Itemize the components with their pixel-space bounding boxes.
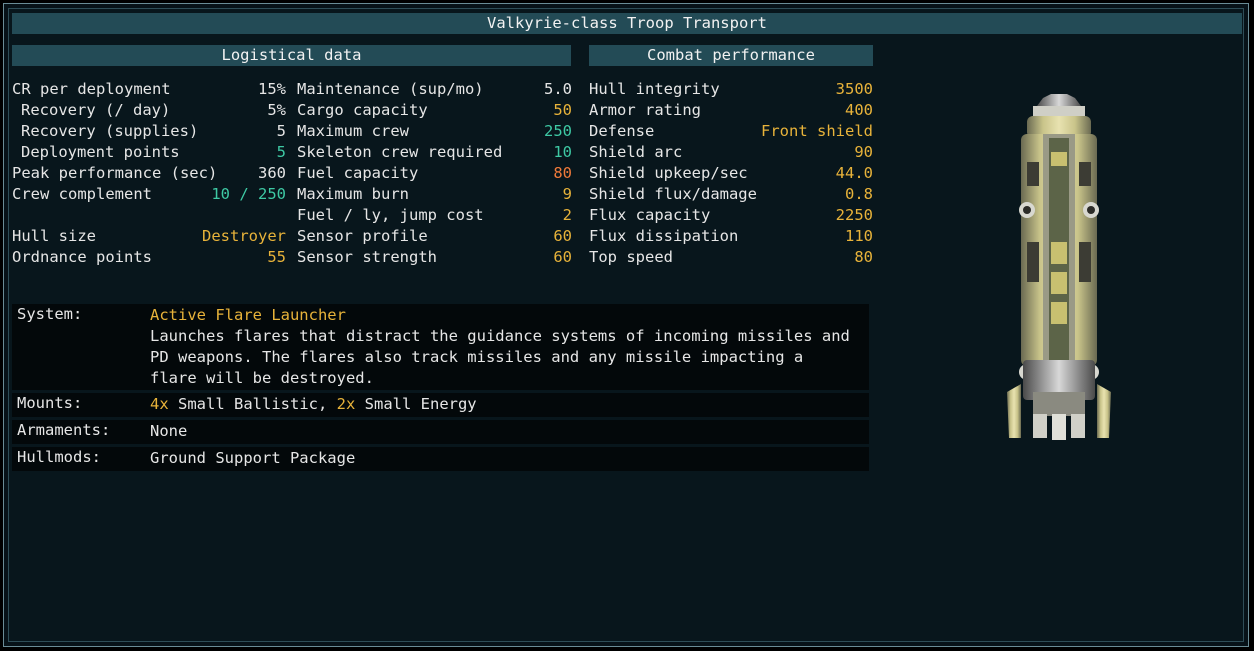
combat-stat-row: Shield flux/damage 0.8 bbox=[589, 184, 873, 205]
logistics-stat-label: Sensor strength bbox=[297, 248, 437, 266]
logistics-stat-row: Cargo capacity 50 bbox=[297, 100, 572, 121]
logistics-stat-label: Ordnance points bbox=[12, 248, 152, 266]
logistics-stat-row: Fuel capacity 80 bbox=[297, 163, 572, 184]
logistics-stat-value: 10 / 250 bbox=[211, 185, 286, 203]
combat-stat-label: Flux dissipation bbox=[589, 227, 739, 245]
logistics-stat-label: Peak performance (sec) bbox=[12, 164, 218, 182]
logistics-stat-value: Destroyer bbox=[202, 227, 286, 245]
logistics-stat-row: Sensor profile 60 bbox=[297, 226, 572, 247]
combat-stat-value: Front shield bbox=[761, 122, 873, 140]
logistics-stat-label: Skeleton crew required bbox=[297, 143, 503, 161]
logistics-stat-row: Maximum burn 9 bbox=[297, 184, 572, 205]
energy-mounts: Small Energy bbox=[355, 395, 477, 413]
logistics-stat-row: Recovery (supplies) 5 bbox=[12, 121, 286, 142]
combat-stat-label: Armor rating bbox=[589, 101, 701, 119]
combat-stat-value: 110 bbox=[845, 227, 873, 245]
combat-stat-label: Hull integrity bbox=[589, 80, 720, 98]
logistics-stat-row: Peak performance (sec) 360 bbox=[12, 163, 286, 184]
logistics-stat-label: Maximum burn bbox=[297, 185, 409, 203]
logistics-stat-label: Hull size bbox=[12, 227, 96, 245]
combat-stat-row: Top speed 80 bbox=[589, 247, 873, 268]
combat-stat-label: Defense bbox=[589, 122, 655, 140]
logistics-stat-label: CR per deployment bbox=[12, 80, 171, 98]
combat-stat-row: Flux dissipation 110 bbox=[589, 226, 873, 247]
logistics-stat-label: Crew complement bbox=[12, 185, 152, 203]
armaments-value: None bbox=[150, 422, 188, 440]
system-name: Active Flare Launcher bbox=[150, 306, 346, 324]
logistics-stat-label: Maximum crew bbox=[297, 122, 409, 140]
logistics-stat-value: 55 bbox=[267, 248, 286, 266]
logistics-stat-value: 5 bbox=[276, 122, 286, 140]
logistics-stat-row: Fuel / ly, jump cost 2 bbox=[297, 205, 572, 226]
combat-stat-label: Top speed bbox=[589, 248, 673, 266]
logistics-stat-label: Recovery (supplies) bbox=[21, 122, 199, 140]
logistics-stat-value: 360 bbox=[258, 164, 286, 182]
combat-stat-row: Flux capacity 2250 bbox=[589, 205, 873, 226]
logistics-stat-value: 10 bbox=[553, 143, 572, 161]
combat-stat-value: 2250 bbox=[835, 206, 873, 224]
armaments-label: Armaments: bbox=[17, 421, 111, 439]
logistics-stat-row: Deployment points 5 bbox=[12, 142, 286, 163]
logistics-stat-value: 250 bbox=[544, 122, 572, 140]
mounts-label: Mounts: bbox=[17, 394, 83, 412]
mounts-row: Mounts: 4x Small Ballistic, 2x Small Ene… bbox=[12, 393, 869, 417]
logistics-stat-row: Maximum crew 250 bbox=[297, 121, 572, 142]
logistics-stat-label: Maintenance (sup/mo) bbox=[297, 80, 484, 98]
combat-stat-value: 44.0 bbox=[835, 164, 873, 182]
armaments-row: Armaments: None bbox=[12, 420, 869, 444]
logistics-stat-label: Deployment points bbox=[21, 143, 180, 161]
combat-stat-value: 3500 bbox=[835, 80, 873, 98]
combat-stat-label: Shield flux/damage bbox=[589, 185, 757, 203]
hullmods-value: Ground Support Package bbox=[150, 449, 356, 467]
logistics-stat-value: 5.0 bbox=[544, 80, 572, 98]
hullmods-label: Hullmods: bbox=[17, 448, 101, 466]
hullmods-row: Hullmods: Ground Support Package bbox=[12, 447, 869, 471]
logistics-stat-label: Cargo capacity bbox=[297, 101, 428, 119]
logistics-stat-value: 5% bbox=[267, 101, 286, 119]
combat-stat-row: Defense Front shield bbox=[589, 121, 873, 142]
system-row: System: Active Flare Launcher Launches f… bbox=[12, 304, 869, 390]
logistics-stat-row: Maintenance (sup/mo) 5.0 bbox=[297, 79, 572, 100]
combat-stat-value: 400 bbox=[845, 101, 873, 119]
logistics-stat-row: Crew complement 10 / 250 bbox=[12, 184, 286, 205]
logistics-stat-row bbox=[12, 205, 286, 226]
combat-stat-row: Armor rating 400 bbox=[589, 100, 873, 121]
logistics-stat-row: Hull size Destroyer bbox=[12, 226, 286, 247]
system-label: System: bbox=[17, 305, 83, 323]
logistics-stat-value: 15% bbox=[258, 80, 286, 98]
combat-stat-value: 0.8 bbox=[845, 185, 873, 203]
logistics-stat-label: Fuel capacity bbox=[297, 164, 419, 182]
logistics-stat-value: 5 bbox=[276, 143, 286, 161]
logistics-stat-label: Fuel / ly, jump cost bbox=[297, 206, 484, 224]
logistics-stat-value: 2 bbox=[562, 206, 572, 224]
ballistic-count: 4x bbox=[150, 395, 169, 413]
logistics-stat-value: 80 bbox=[553, 164, 572, 182]
energy-count: 2x bbox=[336, 395, 356, 413]
combat-stat-value: 80 bbox=[854, 248, 873, 266]
ballistic-mounts: Small Ballistic, bbox=[168, 395, 337, 413]
logistical-data-header: Logistical data bbox=[12, 45, 571, 66]
combat-stat-row: Hull integrity 3500 bbox=[589, 79, 873, 100]
logistics-stat-row: CR per deployment 15% bbox=[12, 79, 286, 100]
combat-performance-header: Combat performance bbox=[589, 45, 873, 66]
ship-sprite-icon bbox=[1007, 94, 1111, 440]
logistics-stat-value: 60 bbox=[553, 227, 572, 245]
logistics-stat-label: Recovery (/ day) bbox=[21, 101, 171, 119]
logistics-stat-label: Sensor profile bbox=[297, 227, 428, 245]
logistics-stat-row: Sensor strength 60 bbox=[297, 247, 572, 268]
combat-stat-value: 90 bbox=[854, 143, 873, 161]
logistics-stat-row: Skeleton crew required 10 bbox=[297, 142, 572, 163]
combat-stat-label: Shield arc bbox=[589, 143, 683, 161]
system-description: Launches flares that distract the guidan… bbox=[150, 327, 850, 387]
logistics-stat-row: Recovery (/ day) 5% bbox=[12, 100, 286, 121]
logistics-stat-value: 9 bbox=[562, 185, 572, 203]
combat-stat-row: Shield upkeep/sec 44.0 bbox=[589, 163, 873, 184]
combat-stat-row: Shield arc 90 bbox=[589, 142, 873, 163]
ship-title: Valkyrie-class Troop Transport bbox=[12, 13, 1242, 34]
combat-stat-label: Flux capacity bbox=[589, 206, 711, 224]
logistics-stat-value: 50 bbox=[553, 101, 572, 119]
logistics-stat-row: Ordnance points 55 bbox=[12, 247, 286, 268]
logistics-stat-value: 60 bbox=[553, 248, 572, 266]
combat-stat-label: Shield upkeep/sec bbox=[589, 164, 748, 182]
